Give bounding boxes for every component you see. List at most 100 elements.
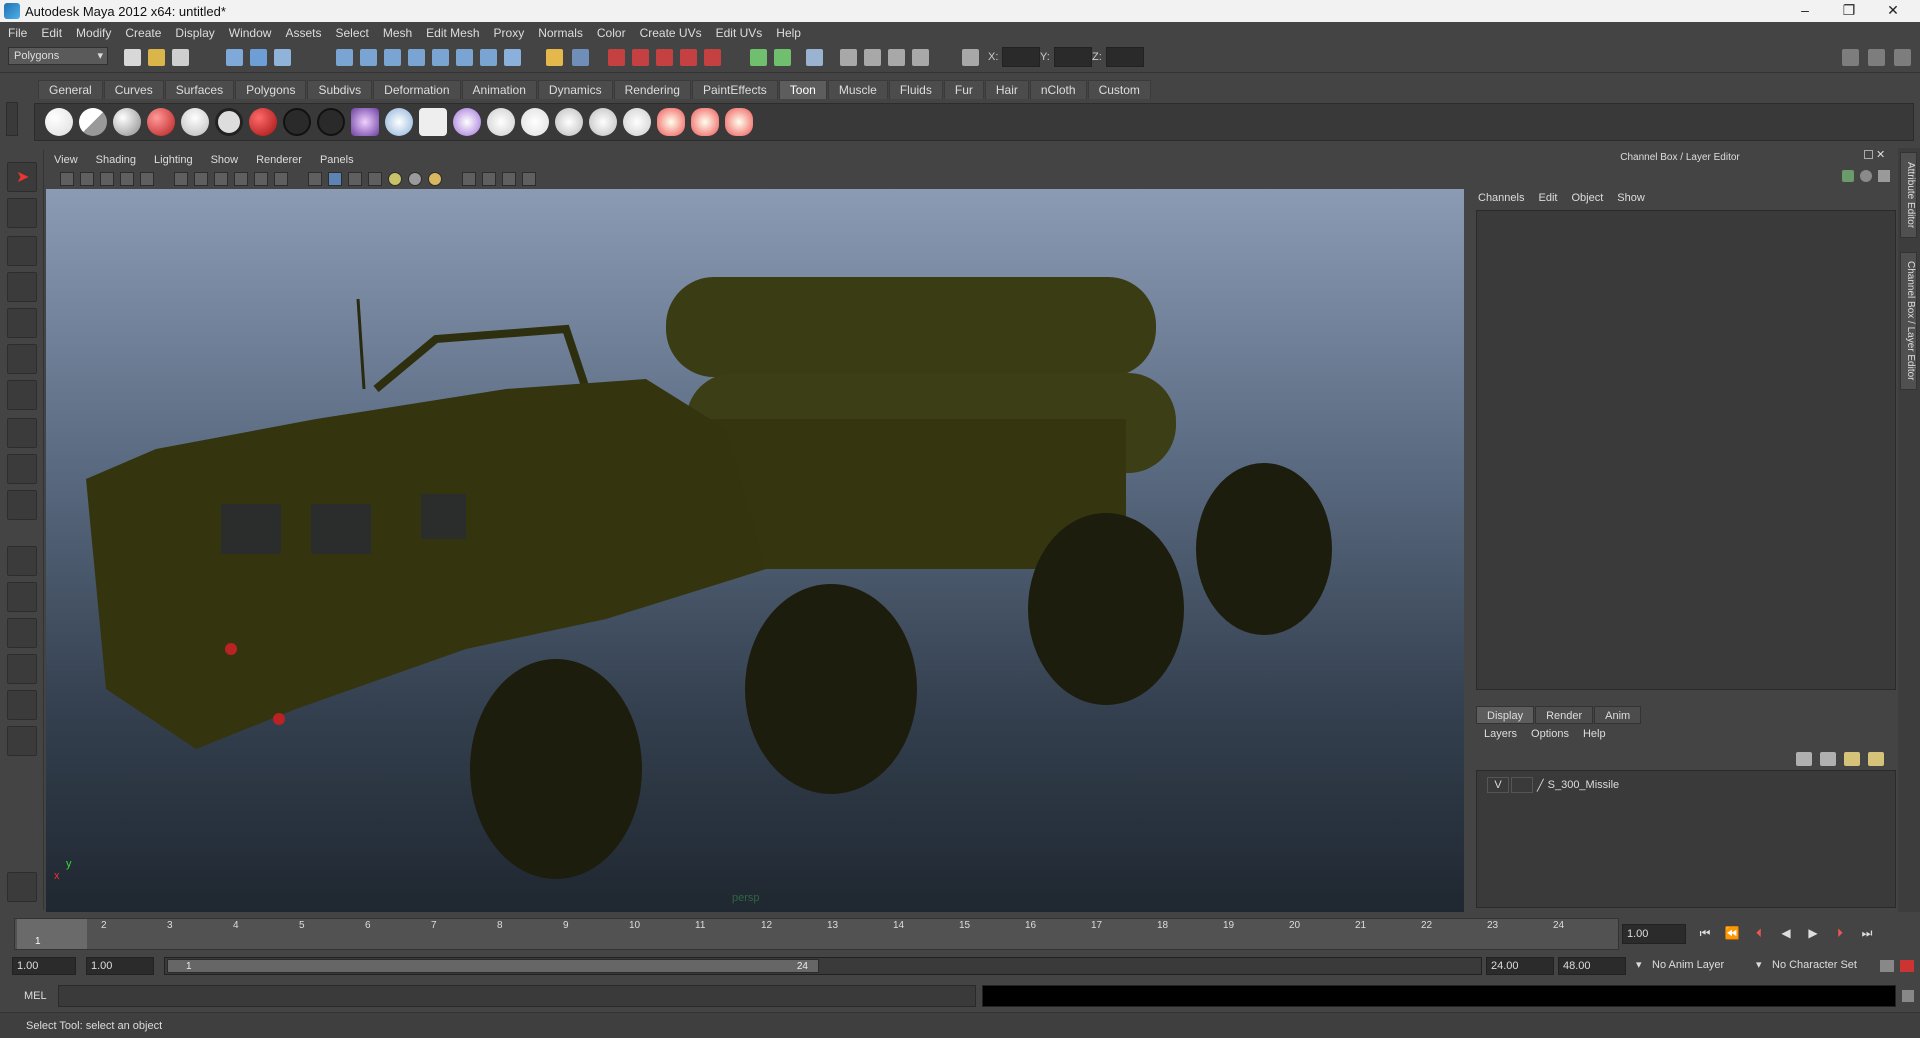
shelf-tab-subdivs[interactable]: Subdivs — [307, 80, 373, 99]
channel-box-tab[interactable]: Channel Box / Layer Editor — [1900, 252, 1917, 390]
camera-attributes-icon[interactable] — [80, 172, 94, 186]
toon-fill-rim-icon[interactable] — [181, 108, 209, 136]
select-deformations-icon[interactable] — [432, 49, 449, 66]
shadows-icon[interactable] — [408, 172, 422, 186]
toggle-attribute-editor-icon[interactable] — [1868, 49, 1885, 66]
channels-menu[interactable]: Channels — [1478, 192, 1524, 204]
shelf-tab-deformation[interactable]: Deformation — [373, 80, 461, 99]
close-icon[interactable]: ✕ — [1874, 0, 1912, 22]
select-surfaces-icon[interactable] — [408, 49, 425, 66]
menu-window[interactable]: Window — [229, 26, 272, 40]
channel-object-menu[interactable]: Object — [1571, 192, 1603, 204]
hypershade-layout-icon[interactable] — [7, 690, 37, 720]
shelf-tab-animation[interactable]: Animation — [461, 80, 537, 99]
move-layer-up-icon[interactable] — [1796, 752, 1812, 766]
shelf-menu-icon[interactable] — [6, 102, 18, 136]
tab-render-layers[interactable]: Render — [1535, 706, 1594, 724]
float-panel-icon[interactable] — [1864, 150, 1873, 159]
safe-title-icon[interactable] — [274, 172, 288, 186]
persp-graph-layout-icon[interactable] — [7, 654, 37, 684]
render-current-frame-icon[interactable] — [840, 49, 857, 66]
shelf-tab-general[interactable]: General — [38, 80, 103, 99]
step-forward-frame-icon[interactable]: ⏵ — [1831, 926, 1849, 941]
wireframe-on-shaded-icon[interactable] — [348, 172, 362, 186]
viewport-menu-view[interactable]: View — [54, 154, 78, 166]
auto-key-icon[interactable] — [1880, 960, 1894, 972]
grid-toggle-icon[interactable] — [140, 172, 154, 186]
menu-help[interactable]: Help — [776, 26, 801, 40]
persp-outliner-layout-icon[interactable] — [7, 618, 37, 648]
script-editor-icon[interactable] — [1902, 990, 1914, 1002]
scale-tool-icon[interactable] — [7, 344, 37, 374]
minimize-icon[interactable]: – — [1786, 0, 1824, 22]
menu-file[interactable]: File — [8, 26, 27, 40]
character-set-dropdown[interactable]: No Character Set — [1772, 959, 1857, 971]
high-quality-lighting-icon[interactable] — [428, 172, 442, 186]
snap-curve-icon[interactable] — [632, 49, 649, 66]
toon-fill-white-icon[interactable] — [45, 108, 73, 136]
anim-layer-dropdown[interactable]: No Anim Layer — [1652, 959, 1724, 971]
channel-box-speed-icon[interactable] — [1860, 170, 1872, 182]
shelf-tab-polygons[interactable]: Polygons — [235, 80, 307, 99]
toon-fill-shaded-bright-icon[interactable] — [147, 108, 175, 136]
command-language-label[interactable]: MEL — [24, 990, 47, 1002]
shelf-tab-surfaces[interactable]: Surfaces — [164, 80, 235, 99]
layers-menu[interactable]: Layers — [1484, 728, 1517, 740]
viewport-menu-renderer[interactable]: Renderer — [256, 154, 302, 166]
universal-manipulator-icon[interactable] — [7, 380, 37, 410]
viewport-menu-panels[interactable]: Panels — [320, 154, 354, 166]
viewport-menu-lighting[interactable]: Lighting — [154, 154, 193, 166]
layer-help-menu[interactable]: Help — [1583, 728, 1606, 740]
go-to-start-icon[interactable]: ⏮ — [1696, 926, 1714, 941]
use-all-lights-icon[interactable] — [388, 172, 402, 186]
animation-preferences-icon[interactable] — [1900, 960, 1914, 972]
ipr-render-icon[interactable] — [864, 49, 881, 66]
select-handles-icon[interactable] — [336, 49, 353, 66]
range-slider-handle[interactable]: 1 24 — [167, 959, 819, 973]
select-curves-icon[interactable] — [384, 49, 401, 66]
toon-fill-metal-icon[interactable] — [249, 108, 277, 136]
end-time-field[interactable]: 24.00 — [1486, 957, 1554, 975]
shelf-tab-rendering[interactable]: Rendering — [613, 80, 691, 99]
channel-box-area[interactable] — [1476, 210, 1896, 690]
input-ops-icon[interactable] — [750, 49, 767, 66]
restore-icon[interactable]: ❐ — [1830, 0, 1868, 22]
toggle-sidebar-icon[interactable] — [1842, 49, 1859, 66]
xray-joints-icon[interactable] — [502, 172, 516, 186]
snap-point-icon[interactable] — [656, 49, 673, 66]
toon-fill-dark-icon[interactable] — [113, 108, 141, 136]
z-input[interactable] — [1106, 47, 1144, 67]
channel-show-menu[interactable]: Show — [1617, 192, 1645, 204]
output-ops-icon[interactable] — [774, 49, 791, 66]
close-panel-icon[interactable]: ✕ — [1876, 148, 1885, 161]
field-chart-icon[interactable] — [234, 172, 248, 186]
render-settings-icon[interactable] — [888, 49, 905, 66]
highlight-selection-icon[interactable] — [572, 49, 589, 66]
select-misc-icon[interactable] — [504, 49, 521, 66]
toon-paint-lines-icon[interactable] — [385, 108, 413, 136]
x-input[interactable] — [1002, 47, 1040, 67]
make-live-icon[interactable] — [704, 49, 721, 66]
paint-select-tool-icon[interactable] — [7, 236, 37, 266]
anim-end-field[interactable]: 48.00 — [1558, 957, 1626, 975]
select-hierarchy-icon[interactable] — [226, 49, 243, 66]
layer-row[interactable]: V ╱ S_300_Missile — [1487, 777, 1619, 793]
select-rendering-icon[interactable] — [480, 49, 497, 66]
gate-mask-icon[interactable] — [214, 172, 228, 186]
toon-lips-icon[interactable] — [657, 108, 685, 136]
menu-edit-uvs[interactable]: Edit UVs — [716, 26, 763, 40]
textured-icon[interactable] — [368, 172, 382, 186]
menu-proxy[interactable]: Proxy — [494, 26, 525, 40]
show-manipulator-icon[interactable] — [7, 454, 37, 484]
select-object-icon[interactable] — [250, 49, 267, 66]
persp-graph-hypergraph-layout-icon[interactable] — [7, 726, 37, 756]
toon-fill-circle-highlight-icon[interactable] — [215, 108, 243, 136]
menu-edit[interactable]: Edit — [41, 26, 62, 40]
shelf-tab-fluids[interactable]: Fluids — [888, 80, 943, 99]
move-layer-down-icon[interactable] — [1820, 752, 1836, 766]
toggle-channel-box-icon[interactable] — [1894, 49, 1911, 66]
menu-mesh[interactable]: Mesh — [383, 26, 412, 40]
open-scene-icon[interactable] — [148, 49, 165, 66]
snap-view-plane-icon[interactable] — [680, 49, 697, 66]
menu-create[interactable]: Create — [125, 26, 161, 40]
